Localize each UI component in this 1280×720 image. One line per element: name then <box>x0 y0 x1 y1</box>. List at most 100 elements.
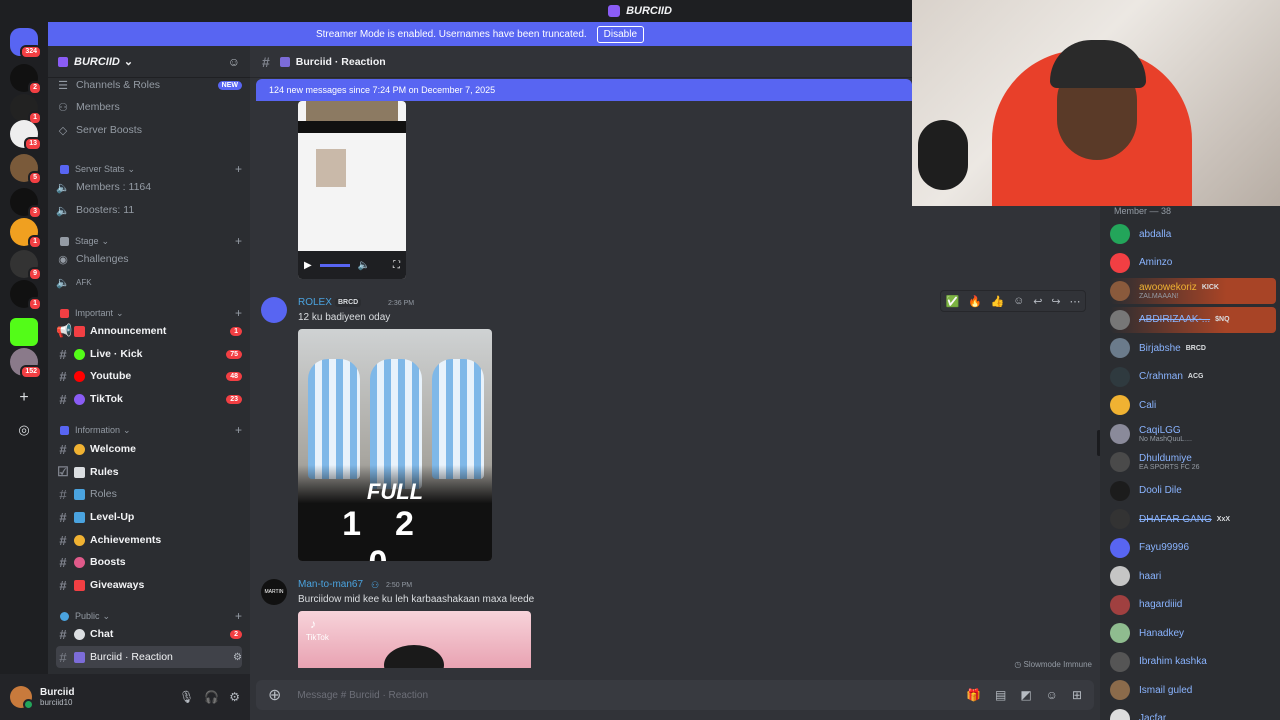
member-avatar[interactable] <box>1110 309 1130 330</box>
message-composer[interactable]: ⊕ Message # Burciid · Reaction 🎁 ▤ ◩ ☺ ⊞ <box>256 680 1094 710</box>
channel-welcome[interactable]: # Welcome <box>56 438 242 460</box>
reply-icon[interactable]: ↩ <box>1033 295 1042 308</box>
server-icon[interactable]: 1 <box>10 218 42 249</box>
member-avatar[interactable] <box>1110 680 1130 700</box>
member-row[interactable]: Jacfar <box>1110 706 1276 720</box>
voice-channel-members[interactable]: 🔈 Members : 1164 <box>56 176 242 198</box>
server-icon[interactable]: 5 <box>10 154 42 185</box>
discover-icon[interactable]: ◎ <box>10 416 38 444</box>
category-information[interactable]: Information ⌄ + <box>60 422 242 438</box>
author-avatar[interactable]: MARTIN <box>261 579 287 605</box>
member-avatar[interactable] <box>1110 281 1130 301</box>
gif-icon[interactable]: ▤ <box>995 688 1006 702</box>
more-options-icon[interactable]: ⋯ <box>1069 295 1080 308</box>
member-row[interactable]: Ibrahim kashka <box>1110 649 1276 675</box>
play-icon[interactable]: ▶ <box>304 260 312 271</box>
apps-icon[interactable]: ⊞ <box>1072 688 1082 702</box>
member-avatar[interactable] <box>1110 224 1130 244</box>
disable-streamer-mode-button[interactable]: Disable <box>596 25 645 43</box>
channel-giveaways[interactable]: # Giveaways <box>56 574 242 596</box>
burciid-server-icon[interactable]: 152 <box>10 348 42 379</box>
guild-tag[interactable]: BRCD <box>335 298 362 307</box>
gift-icon[interactable]: 🎁 <box>966 688 981 702</box>
channel-chat[interactable]: # Chat 2 <box>56 623 242 645</box>
add-channel-icon[interactable]: + <box>235 162 242 176</box>
member-row[interactable]: Cali <box>1110 392 1276 418</box>
member-row[interactable]: abdalla <box>1110 221 1276 247</box>
add-server-icon[interactable]: + <box>10 384 38 412</box>
add-channel-icon[interactable]: + <box>235 423 242 437</box>
member-row[interactable]: Dooli Dile <box>1110 478 1276 504</box>
add-reaction-icon[interactable]: ☺ <box>1013 295 1024 307</box>
voice-channel-afk[interactable]: 🔈 AFK <box>56 271 242 293</box>
message-input[interactable]: Message # Burciid · Reaction <box>297 690 428 701</box>
channel-boosts[interactable]: # Boosts <box>56 551 242 573</box>
fire-reaction-icon[interactable]: 🔥 <box>968 295 982 308</box>
microphone-icon[interactable]: 🎙 <box>179 690 194 704</box>
member-row[interactable]: awoowekoriz KICK ZALMAAAN! <box>1110 278 1276 304</box>
member-avatar[interactable] <box>1110 623 1130 643</box>
member-avatar[interactable] <box>1110 480 1130 501</box>
member-avatar[interactable] <box>1110 338 1130 358</box>
thumbs-up-reaction-icon[interactable]: 👍 <box>991 295 1005 308</box>
member-row[interactable]: Fayu99996 <box>1110 535 1276 561</box>
check-reaction-icon[interactable]: ✅ <box>945 295 959 308</box>
category-server-stats[interactable]: Server Stats ⌄ + <box>60 161 242 177</box>
user-avatar[interactable] <box>10 686 34 710</box>
server-icon[interactable]: 2 <box>10 64 42 95</box>
member-avatar[interactable] <box>1110 708 1130 720</box>
member-row[interactable]: hagardiiid <box>1110 592 1276 618</box>
add-channel-icon[interactable]: + <box>235 234 242 248</box>
headphones-icon[interactable]: 🎧 <box>204 690 219 704</box>
channel-youtube[interactable]: # Youtube 48 <box>56 365 242 387</box>
video-controls[interactable]: ▶ 🔈 ⛶ <box>298 251 406 279</box>
server-icon[interactable]: 3 <box>10 188 42 219</box>
new-messages-bar[interactable]: 124 new messages since 7:24 PM on Decemb… <box>256 79 912 101</box>
member-row[interactable]: C/rahman ACG <box>1110 364 1276 390</box>
member-avatar[interactable] <box>1110 651 1130 672</box>
add-channel-icon[interactable]: + <box>235 609 242 623</box>
settings-gear-icon[interactable]: ⚙ <box>229 690 240 704</box>
message-author[interactable]: ROLEX <box>298 297 332 308</box>
member-row[interactable]: Aminzo <box>1110 250 1276 276</box>
member-avatar[interactable] <box>1110 366 1130 387</box>
member-avatar[interactable] <box>1110 566 1130 586</box>
server-icon[interactable]: 13 <box>10 120 42 151</box>
channel-settings-icon[interactable]: ⚙ <box>233 652 242 663</box>
voice-channel-boosters[interactable]: 🔈 Boosters: 11 <box>56 199 242 221</box>
sticker-icon[interactable]: ◩ <box>1020 688 1031 702</box>
member-row[interactable]: Birjabshe BRCD <box>1110 335 1276 361</box>
member-avatar[interactable] <box>1110 252 1130 273</box>
video-progress[interactable] <box>319 263 350 267</box>
member-row[interactable]: Dhuldumiye EA SPORTS FC 26 <box>1110 449 1276 475</box>
message-author[interactable]: Man-to-man67 <box>298 579 363 590</box>
message-image-attachment[interactable]: ▶ 🔈 ⛶ <box>298 101 406 279</box>
server-icon[interactable]: 9 <box>10 250 42 281</box>
member-avatar[interactable] <box>1110 395 1130 415</box>
attach-plus-icon[interactable]: ⊕ <box>268 685 281 705</box>
member-row[interactable]: Hanadkey <box>1110 620 1276 646</box>
channel-burciid-reaction[interactable]: # Burciid · Reaction ⚙ <box>56 646 242 668</box>
channel-live-kick[interactable]: # Live · Kick 75 <box>56 343 242 365</box>
stage-channel-challenges[interactable]: ◉ Challenges <box>56 248 242 270</box>
message-image-attachment[interactable]: FULL 12 0 <box>298 329 492 561</box>
kick-server-icon[interactable] <box>10 318 38 346</box>
member-row[interactable]: ABDIRIZAAK-... $NQ <box>1110 306 1276 333</box>
member-avatar[interactable] <box>1110 423 1130 444</box>
channel-achievements[interactable]: # Achievements <box>56 529 242 551</box>
member-avatar[interactable] <box>1110 594 1130 615</box>
author-avatar[interactable] <box>261 297 287 323</box>
member-row[interactable]: CaqiLGG No MashQuuL.... <box>1110 421 1276 447</box>
member-row[interactable]: haari <box>1110 563 1276 589</box>
category-public[interactable]: Public ⌄ + <box>60 608 242 624</box>
server-icon[interactable]: 1 <box>10 94 42 125</box>
channel-tiktok[interactable]: # TikTok 23 <box>56 388 242 410</box>
add-channel-icon[interactable]: + <box>235 306 242 320</box>
member-row[interactable]: DHAFAR GANG XxX <box>1110 506 1276 532</box>
member-avatar[interactable] <box>1110 452 1130 472</box>
channel-level-up[interactable]: # Level-Up <box>56 506 242 528</box>
channels-and-roles-item[interactable]: ☰ Channels & Roles NEW <box>56 74 242 96</box>
volume-icon[interactable]: 🔈 <box>358 260 370 271</box>
server-icon[interactable]: 1 <box>10 280 42 311</box>
category-stage[interactable]: Stage ⌄ + <box>60 233 242 249</box>
